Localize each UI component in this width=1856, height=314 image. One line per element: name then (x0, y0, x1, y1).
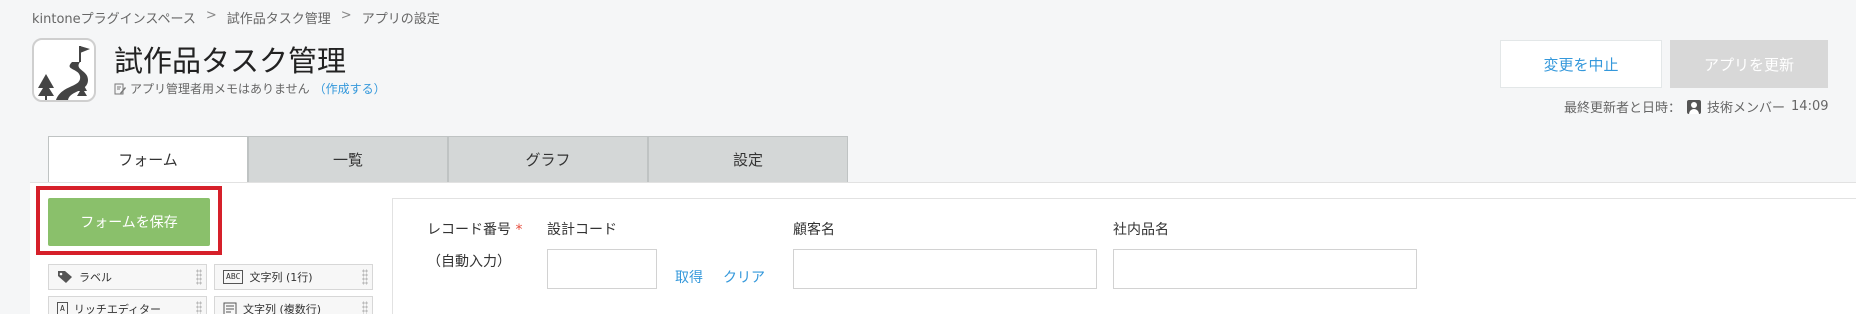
cancel-changes-button[interactable]: 変更を中止 (1500, 40, 1662, 88)
palette-item-single-line-text[interactable]: ABC 文字列 (1行) (214, 264, 373, 290)
app-icon (32, 38, 96, 102)
palette-item-text: ラベル (79, 271, 112, 284)
tab-graph[interactable]: グラフ (448, 136, 648, 183)
last-updated: 最終更新者と日時： 技術メンバー 14:09 (1564, 97, 1829, 116)
design-code-label: 設計コード (547, 222, 617, 238)
drag-handle-icon[interactable] (362, 301, 368, 314)
form-layout-area: レコード番号 * （自動入力） 設計コード 取得 クリア 顧客名 社内品名 (392, 198, 1856, 314)
tab-form[interactable]: フォーム (48, 136, 248, 183)
drag-handle-icon[interactable] (196, 269, 202, 285)
memo-create-link[interactable]: （作成する） (314, 80, 386, 97)
tab-settings[interactable]: 設定 (648, 136, 848, 183)
palette-item-text: 文字列 (1行) (249, 271, 313, 284)
internal-product-label: 社内品名 (1113, 222, 1169, 238)
breadcrumb-separator: > (205, 8, 217, 23)
palette-item-text: 文字列 (複数行) (243, 303, 322, 314)
multiline-icon (223, 302, 237, 314)
app-memo: アプリ管理者用メモはありません （作成する） (114, 80, 386, 97)
fetch-link[interactable]: 取得 (675, 267, 703, 287)
highlight-box (36, 186, 222, 255)
required-mark: * (515, 222, 523, 238)
memo-text: アプリ管理者用メモはありません (130, 82, 310, 96)
breadcrumb-separator: > (340, 8, 352, 23)
last-updated-user: 技術メンバー (1707, 101, 1786, 116)
customer-name-input[interactable] (793, 249, 1097, 289)
app-title: 試作品タスク管理 (114, 44, 347, 78)
abc-icon: ABC (223, 270, 244, 284)
customer-name-label: 顧客名 (793, 222, 835, 238)
breadcrumb-item-app[interactable]: 試作品タスク管理 (227, 8, 331, 27)
clear-link[interactable]: クリア (723, 267, 765, 287)
user-icon (1687, 99, 1702, 114)
update-app-button[interactable]: アプリを更新 (1670, 40, 1828, 88)
field-record-number[interactable]: レコード番号 * (427, 219, 522, 239)
drag-handle-icon[interactable] (362, 269, 368, 285)
palette-item-text: リッチエディター (73, 303, 162, 314)
drag-handle-icon[interactable] (196, 301, 202, 314)
palette-item-multi-line-text[interactable]: 文字列 (複数行) (214, 296, 373, 314)
tag-icon (58, 271, 72, 283)
palette-item-rich-editor[interactable]: A リッチエディター (48, 296, 207, 314)
palette-item-label[interactable]: ラベル (48, 264, 207, 290)
record-number-label: レコード番号 (427, 222, 511, 238)
record-number-auto-input: （自動入力） (427, 254, 511, 270)
last-updated-label: 最終更新者と日時： (1564, 101, 1682, 116)
breadcrumb-item-settings: アプリの設定 (361, 12, 440, 27)
breadcrumb-item-space[interactable]: kintoneプラグインスペース (32, 8, 196, 27)
breadcrumb: kintoneプラグインスペース > 試作品タスク管理 > アプリの設定 (32, 8, 440, 27)
design-code-input[interactable] (547, 249, 657, 289)
last-updated-time: 14:09 (1791, 99, 1829, 114)
rich-editor-icon: A (57, 302, 68, 314)
settings-tabs: フォーム 一覧 グラフ 設定 (48, 136, 848, 183)
tab-list[interactable]: 一覧 (248, 136, 448, 183)
internal-product-input[interactable] (1113, 249, 1417, 289)
edit-note-icon (114, 83, 126, 94)
